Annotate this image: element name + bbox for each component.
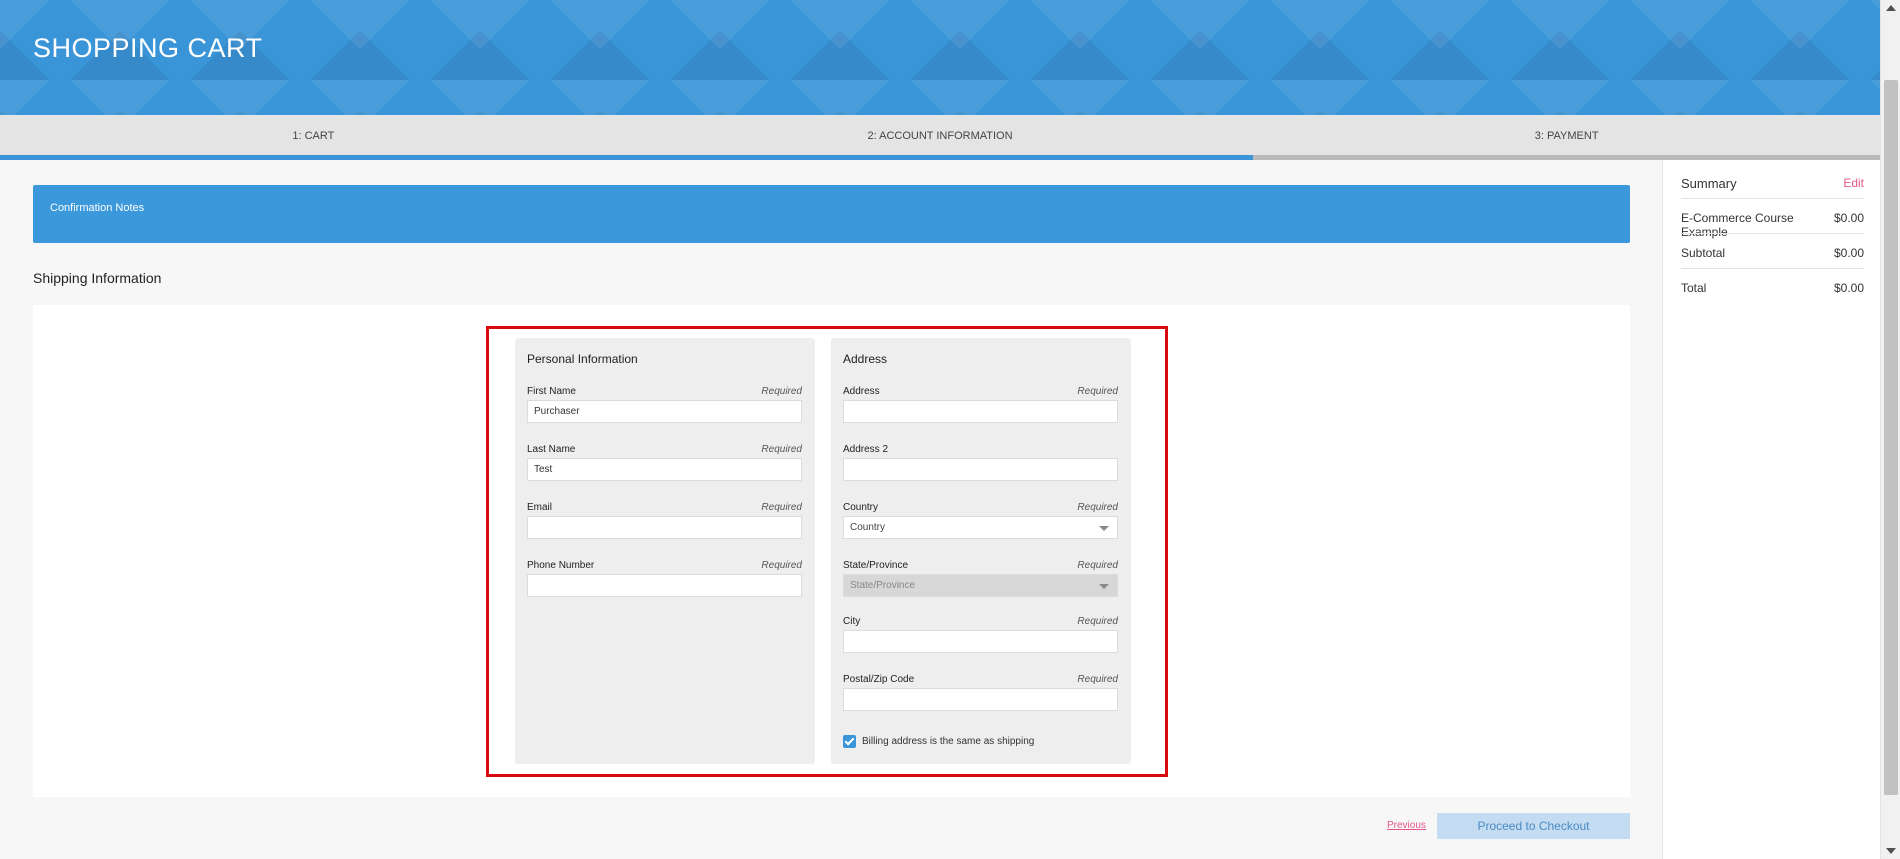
required-tag: Required xyxy=(1077,560,1118,571)
scroll-down-arrow-icon[interactable] xyxy=(1886,848,1896,854)
checkout-steps: 1: CART 2: ACCOUNT INFORMATION 3: PAYMEN… xyxy=(0,115,1880,160)
subtotal-label: Subtotal xyxy=(1681,246,1726,260)
postal-code-field: Postal/Zip Code Required xyxy=(843,674,1118,711)
address-2-field: Address 2 xyxy=(843,444,1118,481)
billing-same-label: Billing address is the same as shipping xyxy=(862,736,1035,747)
summary-edit-link[interactable]: Edit xyxy=(1843,176,1864,191)
country-select[interactable]: Country xyxy=(843,516,1118,539)
summary-item-row: E-Commerce Course Example $0.00 xyxy=(1681,211,1864,239)
summary-subtotal-row: Subtotal $0.00 xyxy=(1681,246,1864,260)
phone-number-field: Phone Number Required xyxy=(527,560,802,597)
personal-information-title: Personal Information xyxy=(527,352,638,366)
chevron-down-icon xyxy=(1099,526,1109,531)
summary-total-row: Total $0.00 xyxy=(1681,281,1864,295)
step-account-information[interactable]: 2: ACCOUNT INFORMATION xyxy=(626,115,1254,160)
postal-code-input[interactable] xyxy=(843,688,1118,711)
address-card: Address Address Required Address 2 Count… xyxy=(831,338,1131,764)
address-title: Address xyxy=(843,352,888,366)
personal-information-card: Personal Information First Name Required… xyxy=(515,338,815,764)
step-cart[interactable]: 1: CART xyxy=(0,115,627,160)
address-input[interactable] xyxy=(843,400,1118,423)
page-title: SHOPPING CART xyxy=(33,33,263,63)
required-tag: Required xyxy=(761,502,802,513)
scroll-up-arrow-icon[interactable] xyxy=(1886,5,1896,11)
state-province-selected-value: State/Province xyxy=(850,580,916,591)
last-name-field: Last Name Required Test xyxy=(527,444,802,481)
address-2-label: Address 2 xyxy=(843,444,889,455)
country-field: Country Required Country xyxy=(843,502,1118,539)
shipping-information-title: Shipping Information xyxy=(33,270,162,286)
required-tag: Required xyxy=(1077,502,1118,513)
subtotal-value: $0.00 xyxy=(1833,246,1864,260)
last-name-input[interactable]: Test xyxy=(527,458,802,481)
billing-same-row[interactable]: Billing address is the same as shipping xyxy=(843,735,1034,748)
divider xyxy=(1681,233,1864,234)
city-input[interactable] xyxy=(843,630,1118,653)
vertical-scrollbar[interactable] xyxy=(1880,0,1900,859)
required-tag: Required xyxy=(761,560,802,571)
header-banner: SHOPPING CART xyxy=(0,0,1880,115)
proceed-to-checkout-button[interactable]: Proceed to Checkout xyxy=(1437,813,1630,839)
required-tag: Required xyxy=(761,444,802,455)
chevron-down-icon xyxy=(1099,584,1109,589)
step-payment[interactable]: 3: PAYMENT xyxy=(1253,115,1880,160)
previous-link[interactable]: Previous xyxy=(1387,820,1426,831)
scrollbar-thumb[interactable] xyxy=(1884,80,1898,795)
total-value: $0.00 xyxy=(1833,281,1864,295)
divider xyxy=(1681,198,1864,199)
email-field: Email Required xyxy=(527,502,802,539)
summary-item-name: E-Commerce Course Example xyxy=(1681,211,1794,239)
first-name-input[interactable]: Purchaser xyxy=(527,400,802,423)
required-tag: Required xyxy=(1077,386,1118,397)
address-2-input[interactable] xyxy=(843,458,1118,481)
summary-title: Summary xyxy=(1681,176,1737,191)
state-province-select[interactable]: State/Province xyxy=(843,574,1118,597)
required-tag: Required xyxy=(1077,616,1118,627)
divider xyxy=(1681,268,1864,269)
total-label: Total xyxy=(1681,281,1707,295)
summary-item-price: $0.00 xyxy=(1833,211,1864,225)
billing-same-checkbox[interactable] xyxy=(843,735,856,748)
order-summary-sidebar: Summary Edit E-Commerce Course Example $… xyxy=(1662,160,1880,859)
email-input[interactable] xyxy=(527,516,802,539)
required-tag: Required xyxy=(1077,674,1118,685)
summary-header: Summary Edit xyxy=(1681,176,1864,191)
address-field: Address Required xyxy=(843,386,1118,423)
required-tag: Required xyxy=(761,386,802,397)
phone-number-input[interactable] xyxy=(527,574,802,597)
state-province-field: State/Province Required State/Province xyxy=(843,560,1118,597)
confirmation-notes-bar[interactable]: Confirmation Notes xyxy=(33,185,1630,243)
city-field: City Required xyxy=(843,616,1118,653)
first-name-field: First Name Required Purchaser xyxy=(527,386,802,423)
country-selected-value: Country xyxy=(850,522,886,533)
confirmation-notes-label: Confirmation Notes xyxy=(50,202,145,214)
